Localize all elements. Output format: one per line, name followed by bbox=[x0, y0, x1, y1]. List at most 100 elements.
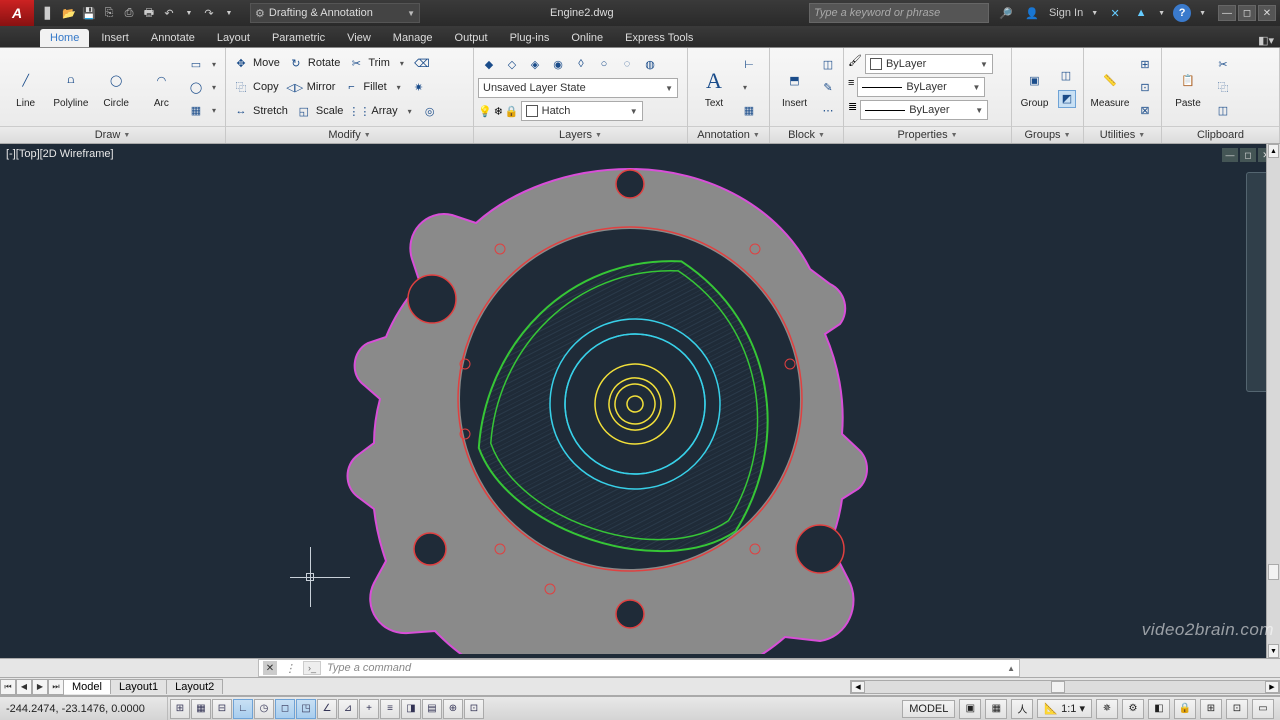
dropdown-caret[interactable]: ▾ bbox=[207, 99, 221, 121]
tab-next-button[interactable]: ▶ bbox=[32, 679, 48, 695]
model-tab[interactable]: Model bbox=[63, 679, 111, 694]
dropdown-caret[interactable]: ▾ bbox=[207, 76, 221, 98]
status-ducs-icon[interactable]: ⊿ bbox=[338, 699, 358, 719]
layer-current-select[interactable]: Hatch▼ bbox=[521, 101, 643, 121]
status-tpy-icon[interactable]: ◨ bbox=[401, 699, 421, 719]
chevron-down-icon[interactable]: ▼ bbox=[1158, 10, 1165, 17]
erase-button[interactable]: ⌫ bbox=[411, 52, 433, 74]
close-button[interactable]: ✕ bbox=[1258, 5, 1276, 21]
create-block-button[interactable]: ◫ bbox=[817, 53, 839, 75]
ungroup-button[interactable]: ◫ bbox=[1055, 65, 1079, 87]
status-layout-icon[interactable]: ▣ bbox=[959, 699, 981, 719]
color-select[interactable]: ByLayer▼ bbox=[865, 54, 993, 74]
status-qp-icon[interactable]: ▤ bbox=[422, 699, 442, 719]
status-space[interactable]: MODEL bbox=[902, 700, 955, 718]
status-annoscale-icon[interactable]: ✵ bbox=[1096, 699, 1118, 719]
measure-button[interactable]: 📏Measure bbox=[1088, 51, 1132, 123]
layout2-tab[interactable]: Layout2 bbox=[166, 679, 223, 694]
offset-button[interactable]: ◎ bbox=[419, 100, 441, 122]
util2-button[interactable]: ⊡ bbox=[1134, 76, 1156, 98]
panel-title-properties[interactable]: Properties▼ bbox=[844, 126, 1011, 143]
tab-view[interactable]: View bbox=[337, 29, 381, 47]
tab-online[interactable]: Online bbox=[561, 29, 613, 47]
status-hw-icon[interactable]: ⊞ bbox=[1200, 699, 1222, 719]
qat-new-icon[interactable]: ▋ bbox=[40, 4, 58, 22]
array-button[interactable]: ⋮⋮Array bbox=[348, 100, 400, 122]
qat-open-icon[interactable]: 📂 bbox=[60, 4, 78, 22]
panel-title-utilities[interactable]: Utilities▼ bbox=[1084, 126, 1161, 143]
status-polar-icon[interactable]: ◷ bbox=[254, 699, 274, 719]
layout1-tab[interactable]: Layout1 bbox=[110, 679, 167, 694]
chevron-down-icon[interactable]: ▼ bbox=[1199, 10, 1206, 17]
dropdown-caret[interactable]: ▾ bbox=[207, 53, 221, 75]
status-anno-icon[interactable]: 人 bbox=[1011, 699, 1033, 719]
tab-prev-button[interactable]: ◀ bbox=[16, 679, 32, 695]
layer-tool-icon[interactable]: ◆ bbox=[478, 53, 500, 75]
qat-print-icon[interactable]: 🖶 bbox=[140, 4, 158, 22]
mirror-button[interactable]: ◁▷Mirror bbox=[284, 76, 339, 98]
app-logo[interactable]: A bbox=[0, 0, 34, 26]
dropdown-caret[interactable]: ▾ bbox=[392, 76, 406, 98]
help-icon[interactable]: ? bbox=[1173, 4, 1191, 22]
line-button[interactable]: ╱Line bbox=[4, 51, 47, 123]
layer-tool-icon[interactable]: ○ bbox=[593, 53, 615, 75]
status-grid-icon[interactable]: ⊟ bbox=[212, 699, 232, 719]
cmd-history-caret[interactable]: ▲ bbox=[1007, 664, 1015, 673]
move-button[interactable]: ✥Move bbox=[230, 52, 283, 74]
layer-tool-icon[interactable]: ◇ bbox=[501, 53, 523, 75]
util1-button[interactable]: ⊞ bbox=[1134, 53, 1156, 75]
status-lwt-icon[interactable]: ≡ bbox=[380, 699, 400, 719]
status-dyn-icon[interactable]: + bbox=[359, 699, 379, 719]
clip3-button[interactable]: ◫ bbox=[1212, 99, 1234, 121]
infocenter-icon[interactable]: 🔎 bbox=[997, 4, 1015, 22]
status-3dosnap-icon[interactable]: ◳ bbox=[296, 699, 316, 719]
table-button[interactable]: ▦ bbox=[738, 99, 760, 121]
status-sc-icon[interactable]: ⊕ bbox=[443, 699, 463, 719]
layer-tool-icon[interactable]: ◉ bbox=[547, 53, 569, 75]
status-snap-icon[interactable]: ▦ bbox=[191, 699, 211, 719]
user-icon[interactable]: 👤 bbox=[1023, 4, 1041, 22]
cut-button[interactable]: ✂ bbox=[1212, 53, 1234, 75]
qat-save-icon[interactable]: 💾 bbox=[80, 4, 98, 22]
tab-manage[interactable]: Manage bbox=[383, 29, 443, 47]
status-otrack-icon[interactable]: ∠ bbox=[317, 699, 337, 719]
dropdown-caret[interactable]: ▾ bbox=[395, 52, 409, 74]
paste-button[interactable]: 📋Paste bbox=[1166, 51, 1210, 123]
tab-annotate[interactable]: Annotate bbox=[141, 29, 205, 47]
status-lock-icon[interactable]: 🔒 bbox=[1174, 699, 1196, 719]
dropdown-caret[interactable]: ▾ bbox=[403, 100, 417, 122]
panel-title-draw[interactable]: Draw▼ bbox=[0, 126, 225, 143]
polyline-button[interactable]: ⩍Polyline bbox=[49, 51, 92, 123]
status-ws-icon[interactable]: ⚙ bbox=[1122, 699, 1144, 719]
status-toolbar-icon[interactable]: ◧ bbox=[1148, 699, 1170, 719]
workspace-selector[interactable]: ⚙ Drafting & Annotation ▼ bbox=[250, 3, 420, 23]
status-iso-icon[interactable]: ⊡ bbox=[1226, 699, 1248, 719]
hatch-button[interactable]: ▦ bbox=[185, 99, 207, 121]
layer-tool-icon[interactable]: ◍ bbox=[639, 53, 661, 75]
layer-lock-icon[interactable]: 🔒 bbox=[505, 105, 519, 118]
rotate-button[interactable]: ↻Rotate bbox=[285, 52, 343, 74]
edit-block-button[interactable]: ✎ bbox=[817, 76, 839, 98]
trim-button[interactable]: ✂Trim bbox=[345, 52, 393, 74]
qat-saveas-icon[interactable]: ⎘ bbox=[100, 4, 118, 22]
horizontal-scrollbar[interactable]: ◀▶ bbox=[850, 680, 1280, 694]
tab-first-button[interactable]: ⏮ bbox=[0, 679, 16, 695]
status-grid2-icon[interactable]: ▦ bbox=[985, 699, 1007, 719]
arc-button[interactable]: ◠Arc bbox=[140, 51, 183, 123]
help-search-input[interactable]: Type a keyword or phrase bbox=[809, 3, 989, 23]
attr-block-button[interactable]: ⋯ bbox=[817, 99, 839, 121]
signin-link[interactable]: Sign In bbox=[1049, 7, 1083, 19]
tab-output[interactable]: Output bbox=[445, 29, 498, 47]
qat-undo-icon[interactable]: ↶ bbox=[160, 4, 178, 22]
fillet-button[interactable]: ⌐Fillet bbox=[340, 76, 389, 98]
qat-redo-icon[interactable]: ↷ bbox=[200, 4, 218, 22]
minimize-button[interactable]: — bbox=[1218, 5, 1236, 21]
tab-home[interactable]: Home bbox=[40, 29, 89, 47]
ribbon-panel-icon[interactable]: ◧▾ bbox=[1258, 34, 1274, 47]
exchange-icon[interactable]: ✕ bbox=[1106, 4, 1124, 22]
group-edit-button[interactable]: ◩ bbox=[1055, 88, 1079, 110]
qat-caret2-icon[interactable]: ▼ bbox=[220, 4, 238, 22]
qat-caret-icon[interactable]: ▼ bbox=[180, 4, 198, 22]
tab-last-button[interactable]: ⏭ bbox=[48, 679, 64, 695]
panel-title-layers[interactable]: Layers▼ bbox=[474, 126, 687, 143]
